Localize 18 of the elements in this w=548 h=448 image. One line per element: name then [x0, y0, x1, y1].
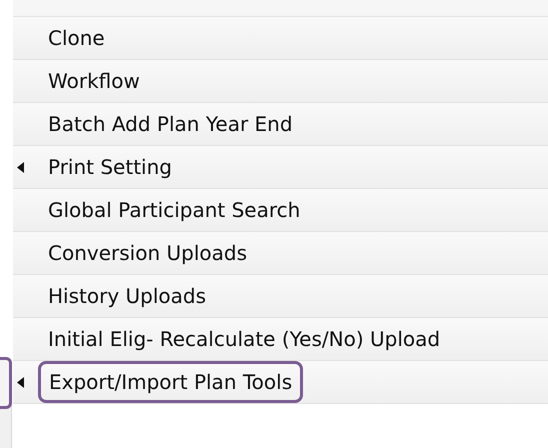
menu-item[interactable]: Batch Add Plan Year End — [13, 103, 548, 146]
menu-item[interactable]: Clone — [13, 17, 548, 60]
menu-item[interactable]: History Uploads — [13, 275, 548, 318]
menu-item[interactable]: Print Setting — [13, 146, 548, 189]
menu-item-label: Conversion Uploads — [48, 240, 247, 267]
menu-item-label: Print Setting — [48, 154, 172, 181]
menu-item-label: Global Participant Search — [48, 197, 300, 224]
menu-item-label: Clone — [48, 25, 105, 52]
menu-item[interactable]: Export/Import Plan Tools — [13, 361, 548, 404]
menu-item[interactable]: Initial Elig- Recalculate (Yes/No) Upload — [13, 318, 548, 361]
menu-item-label: Batch Add Plan Year End — [48, 111, 293, 138]
menu-item[interactable]: Workflow — [13, 60, 548, 103]
menu-item-label: Workflow — [48, 68, 140, 95]
menu-item-label: Export/Import Plan Tools — [38, 361, 304, 403]
menu-item-label: Initial Elig- Recalculate (Yes/No) Upload — [48, 326, 440, 353]
menu-item[interactable]: Conversion Uploads — [13, 232, 548, 275]
menu-item-label: History Uploads — [48, 283, 206, 310]
menu-item[interactable]: Global Participant Search — [13, 189, 548, 232]
